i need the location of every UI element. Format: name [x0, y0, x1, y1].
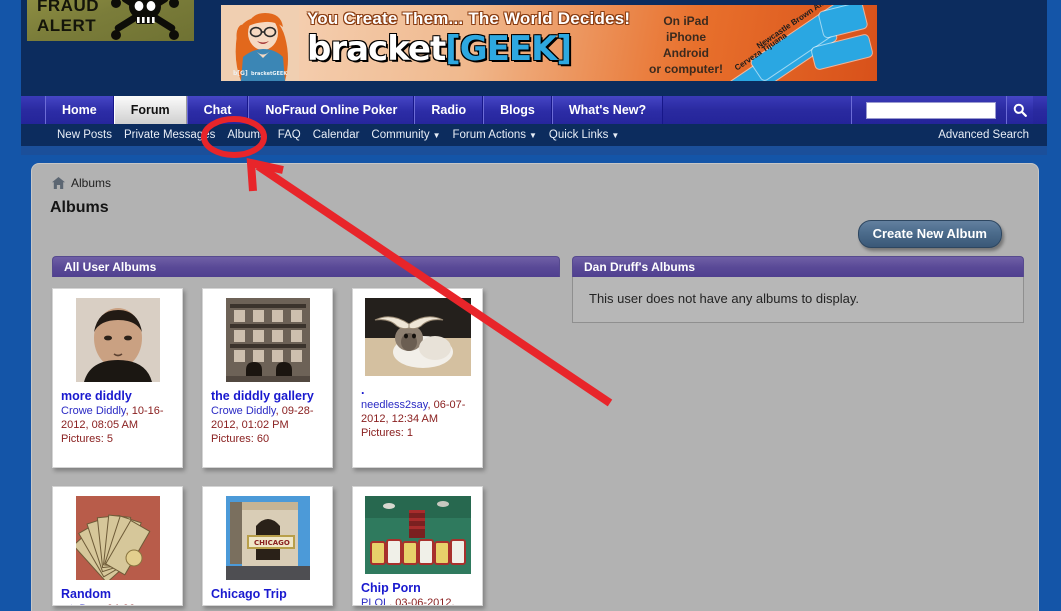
svg-text:bracketGEEK: bracketGEEK [251, 71, 288, 77]
ad-logo: bracket[GEEK] [307, 29, 572, 69]
user-albums-empty-message: This user does not have any albums to di… [572, 277, 1024, 323]
album-picture-count: Pictures: 5 [61, 433, 113, 445]
ad-phone-graphics: Cerveza Tijuana Newcastle Brown Ale [717, 5, 877, 81]
nav-tab-blogs[interactable]: Blogs [483, 96, 552, 124]
album-title[interactable]: Chip Porn [361, 581, 474, 595]
content-panel: Albums Albums Create New Album All User … [31, 163, 1039, 611]
primary-nav-tabs: Home Forum Chat NoFraud Online Poker Rad… [45, 96, 664, 124]
album-meta: PLOL, 03-06-2012, [361, 596, 474, 606]
skull-crossbones-icon [111, 0, 179, 40]
search-icon [1013, 103, 1027, 117]
album-title[interactable]: Chicago Trip [211, 587, 324, 601]
sec-nav-forum-actions-label: Forum Actions [452, 129, 527, 141]
bracketgeek-ad-banner[interactable]: b[G] bracketGEEK You Create Them... The … [221, 5, 877, 81]
secondary-nav-items: New Posts Private Messages Albums FAQ Ca… [57, 124, 631, 146]
ad-logo-word: bracket [307, 29, 446, 69]
album-card[interactable]: . needless2say, 06-07-2012, 12:34 AM Pic… [352, 288, 483, 468]
secondary-navigation: New Posts Private Messages Albums FAQ Ca… [21, 124, 1047, 146]
album-meta: mtnDew, 04-06- [61, 602, 174, 605]
ad-phone-3 [818, 5, 868, 38]
chevron-down-icon: ▼ [432, 131, 441, 140]
page-title: Albums [50, 199, 109, 216]
sec-nav-private-messages[interactable]: Private Messages [124, 129, 215, 141]
ad-logo-geek: GEEK [459, 29, 558, 69]
album-picture-count: Pictures: 60 [211, 433, 270, 445]
album-row: more diddly Crowe Diddly, 10-16-2012, 08… [52, 288, 560, 468]
album-card[interactable]: the diddly gallery Crowe Diddly, 09-28-2… [202, 288, 333, 468]
album-date: 04-06- [107, 603, 139, 605]
sec-nav-forum-actions[interactable]: Forum Actions ▼ [453, 129, 537, 141]
advanced-search-link[interactable]: Advanced Search [938, 124, 1029, 146]
sec-nav-community-label: Community [371, 129, 430, 141]
home-icon [52, 177, 65, 189]
search-button[interactable] [1006, 96, 1033, 124]
ad-logo-bracket-open: [ [445, 29, 461, 69]
ad-character-illustration: b[G] bracketGEEK [221, 5, 299, 81]
album-card[interactable]: Chip Porn PLOL, 03-06-2012, [352, 486, 483, 606]
album-grid: more diddly Crowe Diddly, 10-16-2012, 08… [52, 277, 560, 606]
album-row: Random mtnDew, 04-06- CHI [52, 486, 560, 606]
sec-nav-faq[interactable]: FAQ [278, 129, 301, 141]
sec-nav-calendar[interactable]: Calendar [313, 129, 360, 141]
album-title[interactable]: Random [61, 587, 174, 601]
album-title[interactable]: the diddly gallery [211, 389, 324, 403]
sec-nav-new-posts[interactable]: New Posts [57, 129, 112, 141]
page-root: FRAUD ALERT b[G] bracketGEEK You Create … [0, 0, 1061, 611]
album-thumbnail[interactable] [75, 496, 160, 580]
nav-tab-radio[interactable]: Radio [414, 96, 484, 124]
svg-text:CHICAGO: CHICAGO [254, 539, 290, 547]
album-thumbnail[interactable] [364, 496, 471, 574]
chevron-down-icon: ▼ [529, 131, 537, 140]
breadcrumb: Albums [52, 176, 111, 190]
all-user-albums-heading: All User Albums [52, 256, 560, 277]
primary-navigation: Home Forum Chat NoFraud Online Poker Rad… [21, 96, 1047, 124]
nav-tab-forum[interactable]: Forum [113, 96, 187, 124]
album-author[interactable]: needless2say [361, 399, 427, 411]
album-date: 03-06-2012, [395, 597, 455, 606]
breadcrumb-albums[interactable]: Albums [71, 176, 111, 190]
nav-tab-chat[interactable]: Chat [186, 96, 249, 124]
header-search [851, 96, 1033, 124]
album-title[interactable]: . [361, 383, 474, 397]
album-author[interactable]: Crowe Diddly [61, 405, 126, 417]
nav-tab-whats-new[interactable]: What's New? [551, 96, 664, 124]
nav-tab-home[interactable]: Home [45, 96, 114, 124]
album-thumbnail[interactable] [75, 298, 160, 382]
fraud-alert-banner[interactable]: FRAUD ALERT [27, 0, 194, 41]
sec-nav-community[interactable]: Community ▼ [371, 129, 440, 141]
nav-tab-nofraud-online-poker[interactable]: NoFraud Online Poker [248, 96, 415, 124]
user-albums-block: Dan Druff's Albums This user does not ha… [572, 256, 1024, 323]
album-title[interactable]: more diddly [61, 389, 174, 403]
sec-nav-quick-links-label: Quick Links [548, 129, 609, 141]
sec-nav-albums[interactable]: Albums [227, 129, 265, 141]
svg-text:b[G]: b[G] [233, 70, 248, 77]
user-albums-heading: Dan Druff's Albums [572, 256, 1024, 277]
album-card[interactable]: more diddly Crowe Diddly, 10-16-2012, 08… [52, 288, 183, 468]
album-thumbnail[interactable] [364, 298, 471, 376]
chevron-down-icon: ▼ [611, 131, 620, 140]
all-user-albums-block: All User Albums more diddly Crowe Diddly… [52, 256, 560, 611]
album-thumbnail[interactable] [225, 298, 310, 382]
ad-logo-bracket-close: ] [556, 29, 572, 69]
album-picture-count: Pictures: 1 [361, 427, 413, 439]
nav-divider [21, 146, 1047, 155]
album-card[interactable]: CHICAGO Chicago Trip [202, 486, 333, 606]
album-author[interactable]: mtnDew [61, 603, 101, 605]
album-meta: Crowe Diddly, 09-28-2012, 01:02 PM [211, 405, 314, 431]
create-new-album-button[interactable]: Create New Album [857, 220, 1002, 248]
album-meta: needless2say, 06-07-2012, 12:34 AM [361, 399, 466, 425]
album-card[interactable]: Random mtnDew, 04-06- [52, 486, 183, 606]
sec-nav-quick-links[interactable]: Quick Links ▼ [549, 129, 619, 141]
search-input[interactable] [866, 101, 996, 119]
album-meta: Crowe Diddly, 10-16-2012, 08:05 AM [61, 405, 164, 431]
album-thumbnail[interactable]: CHICAGO [225, 496, 310, 580]
album-author[interactable]: Crowe Diddly [211, 405, 276, 417]
album-author[interactable]: PLOL [361, 597, 389, 605]
ad-tagline: You Create Them... The World Decides! [307, 9, 631, 28]
